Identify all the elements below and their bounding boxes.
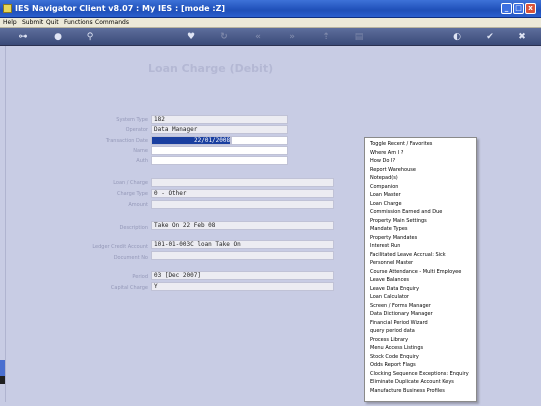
app-icon (3, 4, 12, 13)
maximize-button[interactable]: □ (513, 3, 524, 14)
menu-item-notepads[interactable]: Notepad(s) (365, 174, 476, 183)
menu-item-mandate-types[interactable]: Mandate Types (365, 225, 476, 234)
menu-item-process-library[interactable]: Process Library (365, 336, 476, 345)
info-icon[interactable]: ● (52, 31, 64, 43)
menu-item-leave-data-enquiry[interactable]: Leave Data Enquiry (365, 285, 476, 294)
menu-item-menu-access-listings[interactable]: Menu Access Listings (365, 344, 476, 353)
toolbar: ⊶ ● ⚲ ♥ ↻ « » ⇡ ▤ ◐ ✔ ✖ (0, 28, 541, 46)
menu-item-financial-period-wizard[interactable]: Financial Period Wizard (365, 319, 476, 328)
description-label: Description (119, 225, 148, 231)
menu-item-commission-earned[interactable]: Commission Earned and Due (365, 208, 476, 217)
document-icon[interactable]: ▤ (353, 31, 365, 43)
context-menu: Toggle Recent / Favorites Where Am I ? H… (364, 137, 477, 402)
menu-item-interest-run[interactable]: Interest Run (365, 242, 476, 251)
system-type-field[interactable]: 182 (151, 115, 288, 124)
menu-item-report-warehouse[interactable]: Report Warehouse (365, 166, 476, 175)
fast-forward-icon[interactable]: » (286, 31, 298, 43)
check-icon[interactable]: ✔ (484, 31, 496, 43)
loan-charge-label: Loan / Charge (113, 180, 148, 186)
minimize-button[interactable]: _ (501, 3, 512, 14)
menu-item-loan-charge[interactable]: Loan Charge (365, 200, 476, 209)
search-icon[interactable]: ⚲ (84, 31, 96, 43)
upload-icon[interactable]: ⇡ (320, 31, 332, 43)
menu-item-how-do-i[interactable]: How Do I? (365, 157, 476, 166)
menu-functions[interactable]: Functions (64, 19, 93, 26)
period-field[interactable]: 03 [Dec 2007] (151, 271, 334, 280)
period-label: Period (132, 274, 148, 280)
operator-field[interactable]: Data Manager (151, 125, 288, 134)
transaction-date-field[interactable]: 22/01/2008 (151, 136, 231, 145)
close-icon[interactable]: ✖ (516, 31, 528, 43)
menu-item-toggle-recent-favorites[interactable]: Toggle Recent / Favorites (365, 140, 476, 149)
menu-item-clocking-sequence-exceptions[interactable]: Clocking Sequence Exceptions: Enquiry (365, 370, 476, 379)
globe-icon[interactable]: ◐ (451, 31, 463, 43)
form-title: Loan Charge (Debit) (148, 62, 274, 75)
menu-item-odds-report-flags[interactable]: Odds Report Flags (365, 361, 476, 370)
name-label: Name (133, 148, 148, 154)
menu-item-stock-code-enquiry[interactable]: Stock Code Enquiry (365, 353, 476, 362)
menu-item-course-attendance[interactable]: Course Attendance - Multi Employee (365, 268, 476, 277)
transaction-date-label: Transaction Date (105, 138, 148, 144)
auth-field[interactable] (151, 156, 288, 165)
capital-charge-field[interactable]: Y (151, 282, 334, 291)
refresh-icon[interactable]: ↻ (218, 31, 230, 43)
menu-item-loan-master[interactable]: Loan Master (365, 191, 476, 200)
key-icon[interactable]: ⊶ (14, 31, 32, 43)
close-window-button[interactable]: x (525, 3, 536, 14)
menu-bar: Help Submit Quit Functions Commands (0, 18, 541, 28)
menu-item-property-main-settings[interactable]: Property Main Settings (365, 217, 476, 226)
menu-item-data-dictionary-manager[interactable]: Data Dictionary Manager (365, 310, 476, 319)
menu-item-facilitated-leave-accrual[interactable]: Facilitated Leave Accrual: Sick (365, 251, 476, 260)
ledger-credit-account-label: Ledger Credit Account (92, 244, 148, 250)
system-type-label: System Type (116, 117, 148, 123)
auth-label: Auth (136, 158, 148, 164)
operator-label: Operator (125, 127, 148, 133)
window-title: IES Navigator Client v8.07 : My IES : [m… (15, 4, 226, 13)
capital-charge-label: Capital Charge (110, 285, 148, 291)
document-no-field[interactable] (151, 251, 334, 260)
menu-item-personnel-master[interactable]: Personnel Master (365, 259, 476, 268)
charge-type-field[interactable]: 0 - Other (151, 189, 334, 198)
menu-item-companion[interactable]: Companion (365, 183, 476, 192)
menu-item-manufacture-business-profiles[interactable]: Manufacture Business Profiles (365, 387, 476, 396)
amount-label: Amount (128, 202, 148, 208)
transaction-date-extra[interactable] (231, 136, 288, 145)
menu-item-query-period-data[interactable]: query period data (365, 327, 476, 336)
rewind-icon[interactable]: « (252, 31, 264, 43)
heart-icon[interactable]: ♥ (185, 31, 197, 43)
menu-item-screen-forms-manager[interactable]: Screen / Forms Manager (365, 302, 476, 311)
loan-charge-field[interactable] (151, 178, 334, 187)
menu-quit[interactable]: Quit (46, 19, 59, 26)
menu-submit[interactable]: Submit (22, 19, 43, 26)
title-bar: IES Navigator Client v8.07 : My IES : [m… (0, 0, 541, 18)
charge-type-label: Charge Type (116, 191, 148, 197)
menu-item-property-mandates[interactable]: Property Mandates (365, 234, 476, 243)
menu-item-leave-balances[interactable]: Leave Balances (365, 276, 476, 285)
menu-commands[interactable]: Commands (95, 19, 129, 26)
menu-item-loan-calculator[interactable]: Loan Calculator (365, 293, 476, 302)
ledger-credit-account-field[interactable]: 101-01-003C loan Take On (151, 240, 334, 249)
menu-help[interactable]: Help (3, 19, 17, 26)
name-field[interactable] (151, 146, 288, 155)
menu-item-where-am-i[interactable]: Where Am I ? (365, 149, 476, 158)
side-panel-grip[interactable] (0, 376, 5, 384)
amount-field[interactable] (151, 200, 334, 209)
description-field[interactable]: Take On 22 Feb 08 (151, 221, 334, 230)
menu-item-eliminate-duplicate-keys[interactable]: Eliminate Duplicate Account Keys (365, 378, 476, 387)
document-no-label: Document No (113, 255, 148, 261)
